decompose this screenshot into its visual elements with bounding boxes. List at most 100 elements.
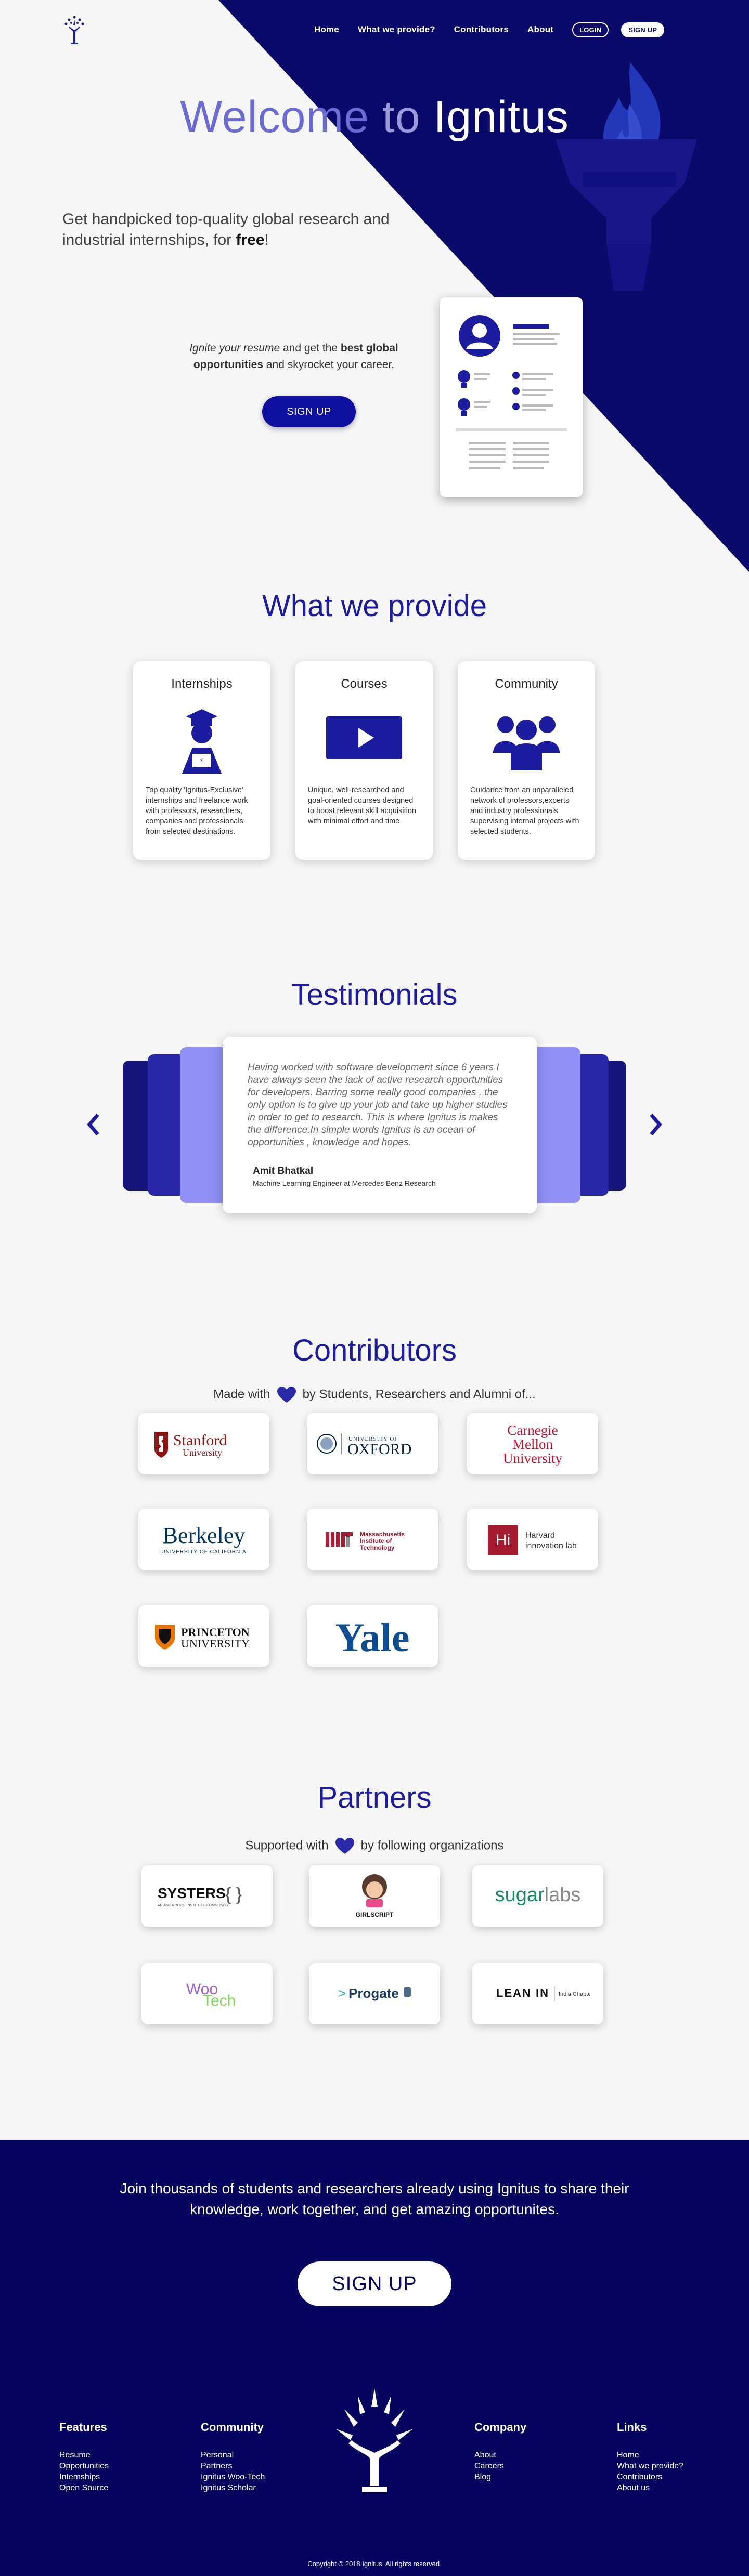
stanford-logo-graphic: Stanford University [154, 1432, 227, 1458]
svg-text:>: > [338, 1985, 346, 2001]
footer-link-about[interactable]: About [474, 2450, 526, 2461]
footer-link-contributors[interactable]: Contributors [617, 2472, 683, 2482]
hero-subtitle-free: free [236, 231, 265, 249]
oxford-logo-graphic: UNIVERSITY OF OXFORD [317, 1433, 411, 1458]
footer-link-personal[interactable]: Personal [201, 2450, 265, 2461]
girlscript-logo[interactable]: GIRLSCRIPT [309, 1865, 440, 1927]
stanford-logo[interactable]: Stanford University [138, 1413, 269, 1474]
wootech-logo-graphic: Woo Tech [186, 1981, 236, 2009]
mit-logo[interactable]: Massachusetts Institute of Technology [307, 1509, 438, 1570]
internships-card-text: Top quality 'Ignitus-Exclusive' internsh… [146, 786, 248, 836]
made-with-tail: by Students, Researchers and Alumni of..… [302, 1387, 536, 1402]
stanford-wordmark: Stanford [173, 1432, 227, 1449]
svg-text:Hi: Hi [496, 1532, 510, 1549]
harvard-line-2: innovation lab [525, 1541, 577, 1550]
hero-note: Ignite your resume and get the best glob… [172, 340, 416, 373]
systers-logo-graphic: SYSTERS { } AN ANITA BORG INSTITUTE COMM… [158, 1885, 242, 1907]
stanford-subtitle: University [183, 1447, 222, 1458]
wootech-tech: Tech [203, 1992, 236, 2009]
systers-logo[interactable]: SYSTERS { } AN ANITA BORG INSTITUTE COMM… [141, 1865, 273, 1927]
berkeley-logo-graphic: Berkeley UNIVERSITY OF CALIFORNIA [161, 1523, 246, 1555]
hero-subtitle-exclaim: ! [264, 231, 269, 249]
resume-illustration [440, 297, 583, 497]
sugarlabs-logo[interactable]: sugarlabs [472, 1865, 603, 1927]
wootech-logo[interactable]: Woo Tech [141, 1963, 273, 2024]
footer-link-opportunities[interactable]: Opportunities [59, 2461, 109, 2472]
internships-card-title: Internships [171, 677, 233, 691]
nav-what-we-provide[interactable]: What we provide? [358, 24, 435, 35]
harvard-logo-graphic: Hi Harvard innovation lab [488, 1525, 577, 1555]
hero-note-text: and get the [282, 342, 338, 354]
footer-link-about-us[interactable]: About us [617, 2482, 683, 2493]
hero-title-welcome: Welcome [180, 92, 369, 142]
footer-link-scholar[interactable]: Ignitus Scholar [201, 2482, 265, 2493]
testimonial-author: Amit Bhatkal [253, 1166, 314, 1176]
nav-contributors[interactable]: Contributors [454, 24, 509, 35]
footer-col-title: Company [474, 2421, 527, 2434]
testimonial-role: Machine Learning Engineer at Mercedes Be… [253, 1179, 436, 1187]
footer-link-resume[interactable]: Resume [59, 2450, 109, 2461]
princeton-logo[interactable]: PRINCETON UNIVERSITY [138, 1605, 269, 1667]
heart-icon [277, 1387, 296, 1403]
footer-col-features: Features Resume Opportunities Internship… [59, 2421, 109, 2493]
login-button[interactable]: LOGIN [572, 22, 609, 37]
footer-link-open-source[interactable]: Open Source [59, 2482, 109, 2493]
ignitus-logo[interactable] [61, 15, 87, 46]
leanin-india-logo[interactable]: LEAN IN India Chapter [472, 1963, 603, 2024]
oxford-wordmark: OXFORD [347, 1441, 411, 1458]
systers-subtitle: AN ANITA BORG INSTITUTE COMMUNITY [158, 1904, 229, 1907]
courses-card[interactable]: Courses Unique, well-researched and goal… [295, 661, 433, 860]
courses-card-text: Unique, well-researched and goal-oriente… [308, 786, 416, 826]
footer-link-woo-tech[interactable]: Ignitus Woo-Tech [201, 2472, 265, 2482]
community-people-icon [493, 716, 560, 770]
sugarlabs-wordmark-b: labs [545, 1884, 581, 1906]
hero-signup-button[interactable]: SIGN UP [262, 396, 356, 427]
footer-col-title: Features [59, 2421, 107, 2434]
mit-line-1: Massachusetts [360, 1531, 405, 1538]
leanin-subtitle: India Chapter [559, 1991, 590, 1997]
community-card-text: Guidance from an unparalleled network of… [470, 786, 579, 836]
main-nav: Home What we provide? Contributors About… [314, 22, 665, 37]
hero-title: Welcome to Ignitus [0, 91, 749, 143]
chevron-right-icon[interactable] [648, 1113, 663, 1136]
yale-wordmark: Yale [335, 1615, 410, 1659]
girlscript-wordmark: GIRLSCRIPT [356, 1911, 394, 1918]
cmu-line-3: University [503, 1450, 562, 1466]
yale-logo[interactable]: Yale [307, 1605, 438, 1667]
made-with-line: Made with by Students, Researchers and Al… [0, 1386, 749, 1404]
harvard-innovation-lab-logo[interactable]: Hi Harvard innovation lab [467, 1509, 598, 1570]
leanin-wordmark: LEAN IN [496, 1986, 549, 1999]
testimonial-card: Having worked with software development … [223, 1037, 537, 1213]
nav-signup-button[interactable]: SIGN UP [621, 22, 665, 37]
princeton-logo-graphic: PRINCETON UNIVERSITY [155, 1625, 250, 1650]
footer-link-partners[interactable]: Partners [201, 2461, 265, 2472]
oxford-logo[interactable]: UNIVERSITY OF OXFORD [307, 1413, 438, 1474]
progate-logo[interactable]: > Progate [309, 1963, 440, 2024]
footer-link-what-we-provide[interactable]: What we provide? [617, 2461, 683, 2472]
provide-title: What we provide [262, 589, 487, 623]
hero-subtitle-text: Get handpicked top-quality global resear… [62, 211, 390, 249]
sugarlabs-wordmark-a: sugar [495, 1884, 545, 1906]
footer-link-internships[interactable]: Internships [59, 2472, 109, 2482]
footer-link-home[interactable]: Home [617, 2450, 683, 2461]
svg-text:sugarlabs: sugarlabs [495, 1884, 581, 1906]
yale-logo-graphic: Yale [335, 1615, 410, 1659]
chevron-left-icon[interactable] [86, 1113, 101, 1136]
cmu-logo[interactable]: Carnegie Mellon University [467, 1413, 598, 1474]
footer-signup-button[interactable]: SIGN UP [298, 2261, 451, 2306]
systers-wordmark: SYSTERS [158, 1885, 226, 1901]
nav-about[interactable]: About [527, 24, 553, 35]
resume-graphic [456, 315, 567, 469]
partners-title: Partners [317, 1781, 432, 1814]
internships-card[interactable]: Internships * Top quality 'Ignitus-Exclu… [133, 661, 270, 860]
footer-col-title: Community [201, 2421, 264, 2434]
berkeley-wordmark: Berkeley [163, 1523, 246, 1548]
hero-background [218, 0, 749, 572]
footer-link-blog[interactable]: Blog [474, 2472, 526, 2482]
footer-link-careers[interactable]: Careers [474, 2461, 526, 2472]
footer-col-title: Links [617, 2421, 647, 2434]
community-card[interactable]: Community Guidance from an unparalleled … [458, 661, 595, 860]
berkeley-logo[interactable]: Berkeley UNIVERSITY OF CALIFORNIA [138, 1509, 269, 1570]
supported-with-line: Supported with by following organizations [0, 1837, 749, 1855]
nav-home[interactable]: Home [314, 24, 339, 35]
